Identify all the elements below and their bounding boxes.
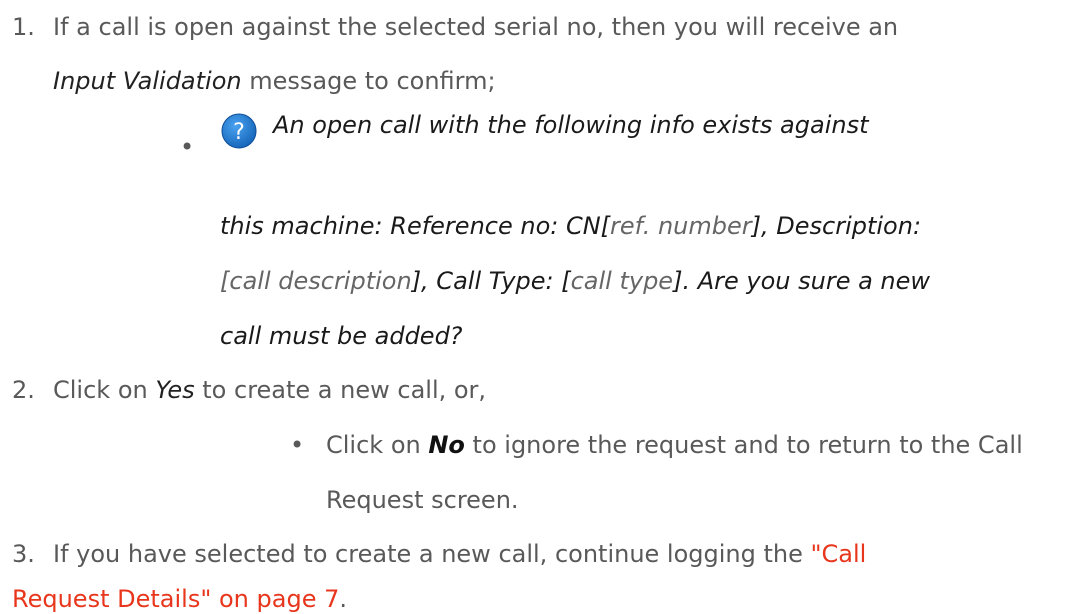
message-line3-e: ]. Are you sure a new xyxy=(673,267,931,295)
message-line4: call must be added? xyxy=(220,322,463,350)
message-ref-placeholder: ref. number xyxy=(610,212,752,240)
message-type-placeholder: call type xyxy=(570,267,674,295)
step-3-text-end: . xyxy=(339,585,347,613)
sub-bullet-line1: Click on No to ignore the request and to… xyxy=(326,430,1023,460)
no-term: No xyxy=(428,431,465,459)
step-3-text-a: If you have selected to create a new cal… xyxy=(53,540,811,568)
step-3-number: 3. xyxy=(12,540,35,568)
question-help-icon: ? xyxy=(221,113,257,149)
message-desc-placeholder: call description xyxy=(229,267,412,295)
step-1-text-line2: Input Validation message to confirm; xyxy=(53,66,496,96)
message-line1: An open call with the following info exi… xyxy=(273,111,869,139)
sub-bullet-line2: Request screen. xyxy=(326,486,519,514)
step-3-text-line2: Request Details" on page 7. xyxy=(12,584,347,614)
step-2-text: Click on Yes to create a new call, or, xyxy=(53,375,486,405)
call-request-details-link-part1[interactable]: "Call xyxy=(811,540,867,568)
step-1-text-line1: If a call is open against the selected s… xyxy=(53,12,898,42)
message-line2-a: this machine: Reference no: CN[ xyxy=(220,212,611,240)
step-2-text-b: to create a new call, or, xyxy=(194,376,487,404)
message-line3-c: ], Call Type: [ xyxy=(411,267,571,295)
step-2-text-a: Click on xyxy=(53,376,156,404)
sub-bullet: • xyxy=(290,431,305,459)
step-1-number: 1. xyxy=(12,13,35,41)
yes-term: Yes xyxy=(155,376,195,404)
message-line2-c: ], Description: xyxy=(751,212,922,240)
sub-bullet-text-a: Click on xyxy=(326,431,429,459)
sub-bullet-text-b: to ignore the request and to return to t… xyxy=(464,431,1023,459)
message-line2: this machine: Reference no: CN[ref. numb… xyxy=(220,211,921,241)
svg-text:?: ? xyxy=(233,120,245,145)
step-3-text-line1: If you have selected to create a new cal… xyxy=(53,539,866,569)
message-line3-a: [ xyxy=(220,267,230,295)
step-1-text-rest: message to confirm; xyxy=(241,67,496,95)
step-1-text: If a call is open against the selected s… xyxy=(53,13,899,41)
message-bullet: • xyxy=(180,133,195,161)
input-validation-term: Input Validation xyxy=(53,67,242,95)
call-request-details-link-part2[interactable]: Request Details" on page 7 xyxy=(12,585,339,613)
step-2-number: 2. xyxy=(12,376,35,404)
message-line3: [call description], Call Type: [call typ… xyxy=(220,266,930,296)
